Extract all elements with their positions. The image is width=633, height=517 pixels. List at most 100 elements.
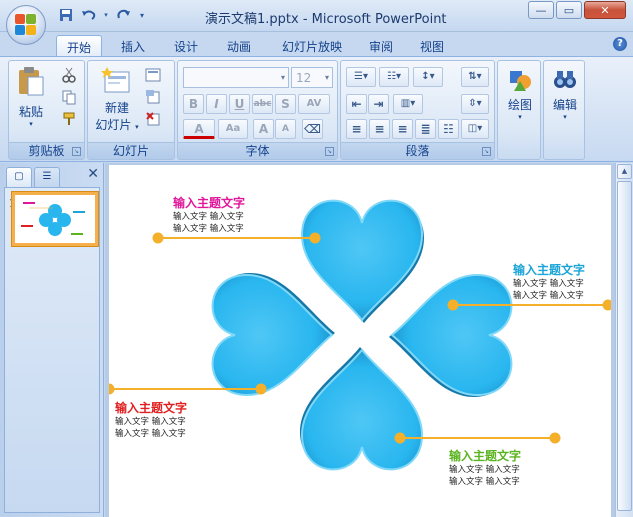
align-center-icon[interactable]: ≡ <box>369 119 390 139</box>
font-group-label: 字体 <box>178 142 337 159</box>
slides-pane: ▢ ☰ ✕ 1 <box>0 163 104 517</box>
undo-dropdown-icon[interactable]: ▾ <box>102 6 110 24</box>
thumbnail-clover-icon <box>21 202 85 236</box>
drawing-button[interactable]: 绘图 ▾ <box>500 67 540 121</box>
layout-icon[interactable] <box>145 67 161 83</box>
tab-slideshow[interactable]: 幻灯片放映 <box>274 35 350 56</box>
customize-toolbar-icon[interactable]: ▾ <box>136 6 148 24</box>
slide-editing-area: 输入主题文字 输入文字 输入文字 输入文字 输入文字 输入主题文字 输入文字 输… <box>105 163 633 517</box>
format-painter-icon[interactable] <box>61 111 77 127</box>
reset-icon[interactable] <box>145 89 161 105</box>
drawing-label: 绘图 <box>507 98 532 112</box>
bullets-icon[interactable]: ☰▾ <box>346 67 376 87</box>
undo-icon[interactable] <box>79 6 99 24</box>
window-controls: — ▭ ✕ <box>528 1 626 19</box>
font-launcher-icon[interactable]: ↘ <box>325 147 334 156</box>
underline-button[interactable]: U <box>229 94 250 114</box>
callout-4-line1[interactable]: 输入文字 输入文字 <box>449 464 520 476</box>
paste-icon <box>19 67 44 96</box>
justify-icon[interactable]: ≣ <box>415 119 436 139</box>
char-spacing-button[interactable]: AV <box>298 94 330 114</box>
cut-icon[interactable] <box>61 67 77 83</box>
tab-animation[interactable]: 动画 <box>216 35 262 56</box>
paste-label: 粘贴 <box>18 105 43 119</box>
vertical-scrollbar[interactable]: ▲ <box>615 163 633 517</box>
align-left-icon[interactable]: ≡ <box>346 119 367 139</box>
numbering-icon[interactable]: ☷▾ <box>379 67 409 87</box>
new-slide-label-2: 幻灯片 <box>95 118 132 132</box>
tab-home[interactable]: 开始 <box>56 35 102 56</box>
callout-1-line2[interactable]: 输入文字 输入文字 <box>173 223 244 235</box>
callout-2-line1[interactable]: 输入文字 输入文字 <box>513 278 584 290</box>
slides-group: 新建 幻灯片 ▾ 幻灯片 <box>87 60 175 160</box>
paragraph-group-label: 段落 <box>341 142 494 159</box>
font-size-field[interactable]: 12 ▾ <box>291 67 333 88</box>
title-bar: ▾ ▾ 演示文稿1.pptx - Microsoft PowerPoint — … <box>0 0 633 32</box>
heart-left <box>211 273 335 396</box>
outline-tab-icon[interactable]: ☰ <box>34 167 60 187</box>
copy-icon[interactable] <box>61 89 77 105</box>
slides-tab-icon[interactable]: ▢ <box>6 167 32 187</box>
font-name-field[interactable]: ▾ <box>183 67 289 88</box>
office-logo-icon <box>15 14 37 36</box>
decrease-indent-icon[interactable]: ⇤ <box>346 94 367 114</box>
tab-view[interactable]: 视图 <box>409 35 455 56</box>
change-case-button[interactable]: Aa <box>218 119 248 139</box>
callout-4-title[interactable]: 输入主题文字 <box>449 447 521 464</box>
help-icon[interactable]: ? <box>613 37 627 51</box>
scrollbar-thumb[interactable] <box>617 181 632 511</box>
smartart-icon[interactable]: ◫▾ <box>461 119 489 139</box>
save-icon[interactable] <box>56 6 76 24</box>
drawing-group: 绘图 ▾ <box>497 60 541 160</box>
paste-button[interactable]: 粘贴 ▾ <box>14 66 48 128</box>
callout-3-title[interactable]: 输入主题文字 <box>115 399 187 416</box>
tab-insert[interactable]: 插入 <box>110 35 156 56</box>
tab-review[interactable]: 审阅 <box>358 35 404 56</box>
strikethrough-button[interactable]: abc <box>252 94 273 114</box>
text-direction-icon[interactable]: ⇅▾ <box>461 67 489 87</box>
ribbon-tabs: 开始 插入 设计 动画 幻灯片放映 审阅 视图 ? <box>0 32 633 56</box>
increase-indent-icon[interactable]: ⇥ <box>368 94 389 114</box>
new-slide-button[interactable]: 新建 幻灯片 ▾ <box>92 66 142 133</box>
callout-1-line1[interactable]: 输入文字 输入文字 <box>173 211 244 223</box>
align-text-icon[interactable]: ⇳▾ <box>461 94 489 114</box>
clipboard-group: 粘贴 ▾ 剪贴板 ↘ <box>8 60 85 160</box>
editing-label: 编辑 <box>552 98 577 112</box>
heart-right <box>389 274 513 397</box>
office-button[interactable] <box>6 5 46 45</box>
delete-slide-icon[interactable] <box>145 111 161 127</box>
callout-3-line2[interactable]: 输入文字 输入文字 <box>115 428 186 440</box>
align-right-icon[interactable]: ≡ <box>392 119 413 139</box>
slide-thumbnail[interactable] <box>11 191 99 247</box>
clear-format-icon[interactable]: ⌫ <box>302 119 323 139</box>
redo-icon[interactable] <box>113 6 133 24</box>
shrink-font-button[interactable]: A <box>275 119 296 139</box>
editing-button[interactable]: 编辑 ▾ <box>545 67 585 121</box>
font-group: ▾ 12 ▾ B I U abc S AV A Aa A A ⌫ 字体 ↘ <box>177 60 338 160</box>
clipboard-launcher-icon[interactable]: ↘ <box>72 147 81 156</box>
columns-icon[interactable]: ▥▾ <box>393 94 423 114</box>
paragraph-launcher-icon[interactable]: ↘ <box>482 147 491 156</box>
line-spacing-icon[interactable]: ↕▾ <box>413 67 443 87</box>
callout-1-title[interactable]: 输入主题文字 <box>173 194 245 211</box>
minimize-button[interactable]: — <box>528 1 554 19</box>
scroll-up-icon[interactable]: ▲ <box>617 164 632 179</box>
slide-canvas[interactable]: 输入主题文字 输入文字 输入文字 输入文字 输入文字 输入主题文字 输入文字 输… <box>109 165 611 517</box>
close-button[interactable]: ✕ <box>584 1 626 19</box>
quick-access-toolbar: ▾ ▾ <box>56 6 148 24</box>
window-title: 演示文稿1.pptx - Microsoft PowerPoint <box>205 12 447 27</box>
callout-2-line2[interactable]: 输入文字 输入文字 <box>513 290 584 302</box>
bold-button[interactable]: B <box>183 94 204 114</box>
close-pane-icon[interactable]: ✕ <box>87 166 99 182</box>
callout-4-line2[interactable]: 输入文字 输入文字 <box>449 476 520 488</box>
callout-2-title[interactable]: 输入主题文字 <box>513 261 585 278</box>
italic-button[interactable]: I <box>206 94 227 114</box>
editing-group: 编辑 ▾ <box>543 60 585 160</box>
restore-button[interactable]: ▭ <box>556 1 582 19</box>
callout-3-line1[interactable]: 输入文字 输入文字 <box>115 416 186 428</box>
font-color-button[interactable]: A <box>183 119 215 139</box>
shadow-button[interactable]: S <box>275 94 296 114</box>
distribute-icon[interactable]: ☷ <box>438 119 459 139</box>
tab-design[interactable]: 设计 <box>163 35 209 56</box>
grow-font-button[interactable]: A <box>253 119 274 139</box>
